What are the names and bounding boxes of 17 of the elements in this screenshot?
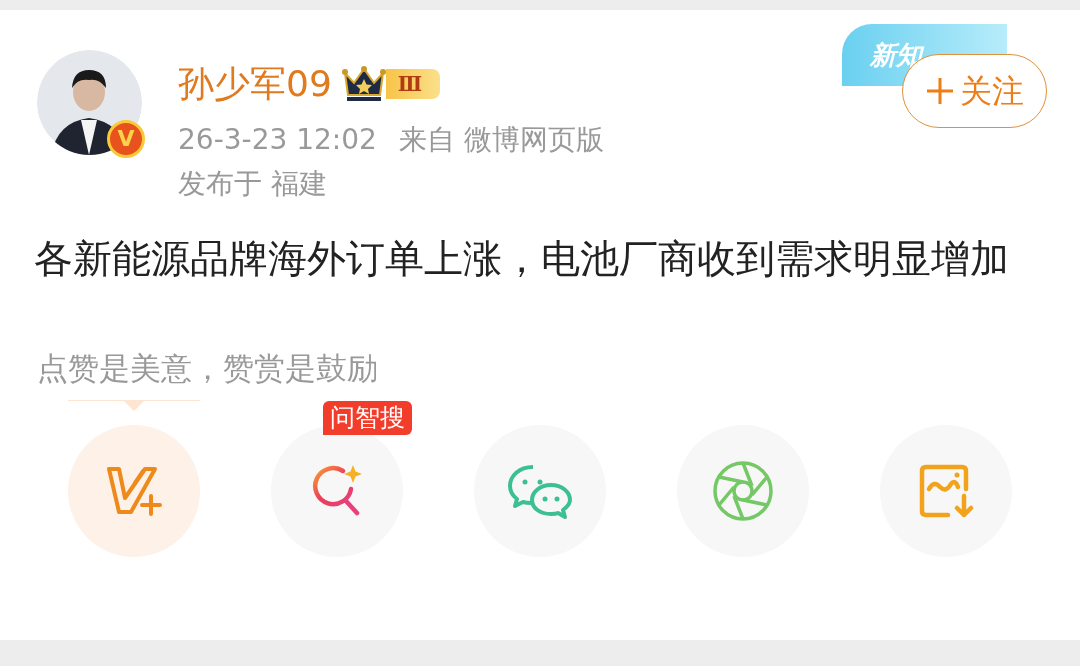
reward-hint: 点赞是美意，赞赏是鼓励 <box>37 349 379 388</box>
wechat-icon <box>507 463 573 519</box>
image-download-icon <box>918 463 974 519</box>
plus-icon <box>925 77 954 105</box>
user-name[interactable]: 孙少军09 <box>178 66 332 102</box>
pointer-icon <box>68 400 200 412</box>
level-badge: Ⅲ <box>341 66 441 102</box>
post-location: 发布于 福建 <box>178 166 328 202</box>
post-text: 各新能源品牌海外订单上涨，电池厂商收到需求明显增加 <box>34 235 1010 283</box>
v-plus-icon <box>105 466 163 516</box>
new-feature-badge: 问智搜 <box>323 401 412 435</box>
crown-icon <box>341 65 386 103</box>
avatar[interactable] <box>37 50 142 155</box>
post-source[interactable]: 来自 微博网页版 <box>398 118 604 162</box>
post-time: 26-3-23 12:02 <box>178 122 377 158</box>
verified-badge: V <box>107 120 145 158</box>
aperture-icon <box>712 460 774 522</box>
